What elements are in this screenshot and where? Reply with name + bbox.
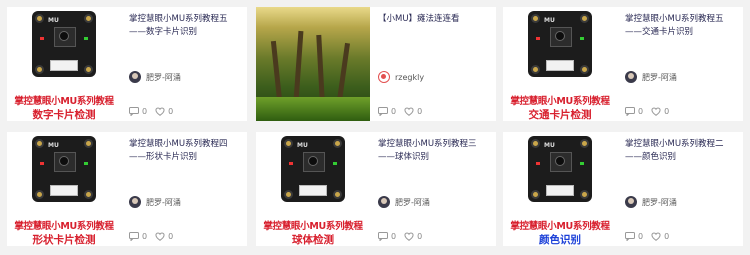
post-thumbnail[interactable]: MU 掌控慧眼小MU系列教程 形状卡片检测 [7, 132, 121, 246]
author-name[interactable]: 肥罗-阿涌 [146, 197, 181, 208]
post-card[interactable]: 【小MU】瘫法连连看 rzegkly 0 0 [256, 7, 496, 121]
post-thumbnail[interactable] [256, 7, 370, 121]
post-title[interactable]: 掌控慧眼小MU系列教程五——数字卡片识别 [129, 13, 241, 41]
post-thumbnail[interactable]: MU 掌控慧眼小MU系列教程 颜色识别 [503, 132, 617, 246]
post-thumbnail[interactable]: MU 掌控慧眼小MU系列教程 数字卡片检测 [7, 7, 121, 121]
thumb-caption: 掌控慧眼小MU系列教程 [14, 221, 114, 232]
comment-count: 0 [142, 107, 148, 116]
thumb-subcaption: 颜色识别 [539, 234, 581, 246]
author-name[interactable]: rzegkly [395, 73, 424, 82]
post-title[interactable]: 掌控慧眼小MU系列教程四——形状卡片识别 [129, 138, 241, 166]
comment-icon [378, 232, 388, 241]
post-thumbnail[interactable]: MU 掌控慧眼小MU系列教程 交通卡片检测 [503, 7, 617, 121]
like-count: 0 [168, 232, 174, 241]
author-name[interactable]: 肥罗-阿涌 [146, 72, 181, 83]
board-image: MU [32, 11, 96, 77]
post-card[interactable]: MU 掌控慧眼小MU系列教程 形状卡片检测 掌控慧眼小MU系列教程四——形状卡片… [7, 132, 247, 246]
comment-count: 0 [638, 232, 644, 241]
post-card[interactable]: MU 掌控慧眼小MU系列教程 交通卡片检测 掌控慧眼小MU系列教程五——交通卡片… [503, 7, 743, 121]
author-name[interactable]: 肥罗-阿涌 [395, 197, 430, 208]
like-count: 0 [417, 107, 423, 116]
post-title[interactable]: 掌控慧眼小MU系列教程五——交通卡片识别 [625, 13, 737, 41]
board-label: MU [544, 142, 555, 149]
comment-icon [129, 232, 139, 241]
avatar[interactable] [129, 196, 141, 208]
post-card[interactable]: MU 掌控慧眼小MU系列教程 数字卡片检测 掌控慧眼小MU系列教程五——数字卡片… [7, 7, 247, 121]
post-title[interactable]: 掌控慧眼小MU系列教程二——颜色识别 [625, 138, 737, 166]
author-name[interactable]: 肥罗-阿涌 [642, 72, 677, 83]
comment-count: 0 [391, 107, 397, 116]
board-image: MU [528, 11, 592, 77]
thumb-subcaption: 数字卡片检测 [32, 109, 96, 121]
comment-count: 0 [638, 107, 644, 116]
avatar[interactable] [129, 71, 141, 83]
avatar[interactable] [625, 71, 637, 83]
heart-icon[interactable] [155, 232, 165, 241]
post-thumbnail[interactable]: MU 掌控慧眼小MU系列教程 球体检测 [256, 132, 370, 246]
post-title[interactable]: 【小MU】瘫法连连看 [378, 13, 490, 41]
avatar[interactable] [625, 196, 637, 208]
board-image: MU [281, 136, 345, 202]
post-card[interactable]: MU 掌控慧眼小MU系列教程 颜色识别 掌控慧眼小MU系列教程二——颜色识别 肥… [503, 132, 743, 246]
post-card[interactable]: MU 掌控慧眼小MU系列教程 球体检测 掌控慧眼小MU系列教程三——球体识别 肥… [256, 132, 496, 246]
heart-icon[interactable] [155, 107, 165, 116]
board-image: MU [528, 136, 592, 202]
board-label: MU [48, 17, 59, 24]
comment-icon [625, 232, 635, 241]
heart-icon[interactable] [651, 232, 661, 241]
like-count: 0 [664, 107, 670, 116]
thumb-subcaption: 交通卡片检测 [528, 109, 592, 121]
like-count: 0 [664, 232, 670, 241]
thumb-caption: 掌控慧眼小MU系列教程 [263, 221, 363, 232]
post-title[interactable]: 掌控慧眼小MU系列教程三——球体识别 [378, 138, 490, 166]
heart-icon[interactable] [404, 107, 414, 116]
comment-count: 0 [142, 232, 148, 241]
board-image: MU [32, 136, 96, 202]
like-count: 0 [168, 107, 174, 116]
heart-icon[interactable] [404, 232, 414, 241]
thumb-subcaption: 形状卡片检测 [32, 234, 96, 246]
avatar[interactable] [378, 71, 390, 83]
board-label: MU [48, 142, 59, 149]
comment-icon [378, 107, 388, 116]
tree-photo [256, 7, 370, 121]
thumb-subcaption: 球体检测 [292, 234, 334, 246]
thumb-caption: 掌控慧眼小MU系列教程 [14, 96, 114, 107]
author-name[interactable]: 肥罗-阿涌 [642, 197, 677, 208]
board-label: MU [297, 142, 308, 149]
comment-count: 0 [391, 232, 397, 241]
comment-icon [129, 107, 139, 116]
comment-icon [625, 107, 635, 116]
like-count: 0 [417, 232, 423, 241]
heart-icon[interactable] [651, 107, 661, 116]
board-label: MU [544, 17, 555, 24]
thumb-caption: 掌控慧眼小MU系列教程 [510, 221, 610, 232]
avatar[interactable] [378, 196, 390, 208]
thumb-caption: 掌控慧眼小MU系列教程 [510, 96, 610, 107]
